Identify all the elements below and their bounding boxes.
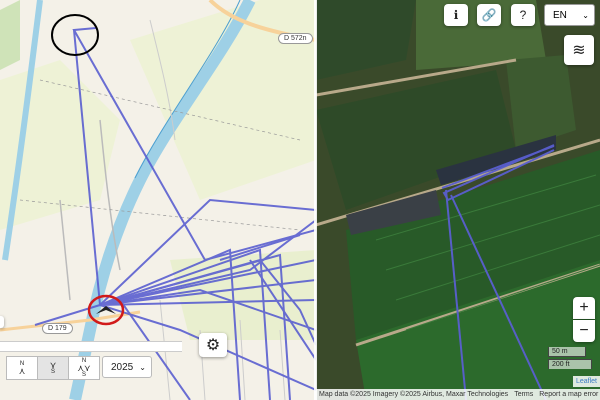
scale-metric: 50 m <box>548 347 586 357</box>
south-up-button[interactable]: ⋎ S <box>37 356 69 380</box>
chevron-down-icon: ⌄ <box>139 363 146 372</box>
language-value: EN <box>553 10 567 21</box>
satellite-canvas <box>316 0 600 400</box>
zoom-in-button[interactable]: + <box>573 297 595 319</box>
chevron-down-icon: ⌄ <box>582 11 589 20</box>
street-map-pane[interactable]: D 572n D 179 ⚙ N ⋏ ⋎ S N ⋏⋎ S 2025 ⌄ <box>0 0 316 400</box>
attribution-bar: Map data ©2025 Imagery ©2025 Airbus, Max… <box>316 389 600 400</box>
settings-button[interactable]: ⚙ <box>199 333 227 357</box>
road-label-d179: D 179 <box>42 323 73 334</box>
info-button[interactable]: ℹ <box>444 4 468 26</box>
satellite-map-pane[interactable]: ℹ 🔗 ? ≋ + − 50 m 200 ft Leaflet <box>316 0 600 400</box>
street-map-canvas <box>0 0 316 400</box>
language-select[interactable]: EN ⌄ <box>544 4 595 26</box>
link-icon: 🔗 <box>481 8 497 22</box>
terms-link[interactable]: Terms <box>514 391 533 398</box>
help-button[interactable]: ? <box>511 4 535 26</box>
field-area <box>130 0 316 200</box>
scale-imperial: 200 ft <box>548 359 592 369</box>
minor-road <box>59 199 71 301</box>
compass-arrow-icon: ⋏ <box>18 366 26 376</box>
leaflet-link[interactable]: Leaflet <box>572 376 600 387</box>
split-divider[interactable] <box>314 0 317 400</box>
timeline-bar[interactable] <box>0 341 182 352</box>
zoom-out-button[interactable]: − <box>573 320 595 342</box>
report-error-link[interactable]: Report a map error <box>539 391 598 398</box>
compass-arrow-icon: ⋎ <box>49 360 57 370</box>
layers-button[interactable]: ≋ <box>564 35 594 65</box>
year-value: 2025 <box>111 362 134 373</box>
link-button[interactable]: 🔗 <box>477 4 501 26</box>
south-letter: S <box>81 372 86 378</box>
layers-icon: ≋ <box>572 42 586 59</box>
year-select[interactable]: 2025 ⌄ <box>102 356 152 378</box>
field-area <box>0 0 20 70</box>
attribution-text: Map data ©2025 Imagery ©2025 Airbus, Max… <box>319 391 509 398</box>
road-label-d572n: D 572n <box>278 33 313 44</box>
question-icon: ? <box>519 8 527 22</box>
heading-up-button[interactable]: N ⋏⋎ S <box>68 356 100 380</box>
south-letter: S <box>50 369 55 375</box>
info-icon: ℹ <box>453 8 459 22</box>
gear-icon: ⚙ <box>205 337 221 354</box>
north-up-button[interactable]: N ⋏ <box>6 356 38 380</box>
left-panel-tab[interactable] <box>0 316 4 328</box>
compass-arrow-icon: ⋏⋎ <box>77 363 91 373</box>
